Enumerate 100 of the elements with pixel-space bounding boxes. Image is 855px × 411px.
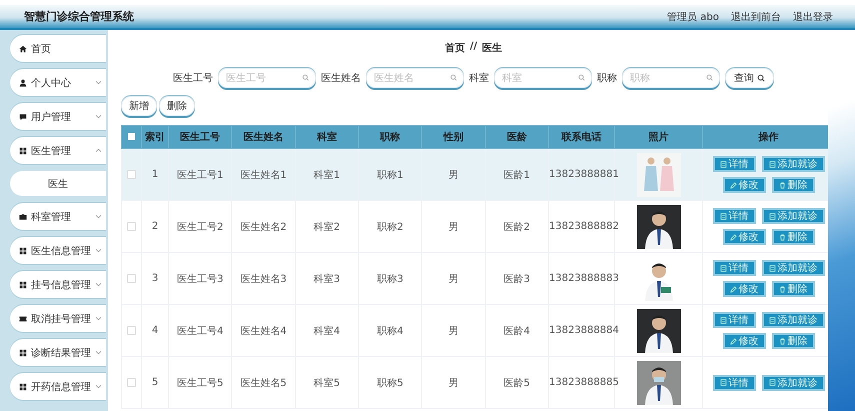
document-icon [768,160,776,168]
row-action-button[interactable]: 修改 [722,333,766,349]
home-icon [19,44,27,52]
row-action-button[interactable]: 详情 [712,374,756,390]
row-action-button[interactable]: 详情 [712,156,756,172]
search-field[interactable]: 职称 [622,68,720,88]
search-icon [757,74,765,82]
table-cell: 医生工号4 [168,304,232,356]
sidebar-item-label: 诊断结果管理 [31,346,91,360]
row-action-button[interactable]: 详情 [712,260,756,276]
header-link[interactable]: 退出到前台 [731,10,781,24]
document-icon [720,212,726,220]
table-cell: 医龄2 [485,200,548,252]
grid-icon [19,382,27,390]
trash-icon [778,338,786,344]
document-icon [720,160,726,168]
table-cell: 科室2 [295,200,358,252]
document-icon [720,264,726,272]
search-field[interactable]: 医生工号 [218,68,316,88]
sidebar-item[interactable]: 挂号信息管理 [10,271,106,298]
table-cell: 医龄5 [485,356,548,408]
table-cell: 男 [422,200,486,252]
row-action-button[interactable]: 修改 [722,281,766,297]
field-label: 医生姓名 [321,72,361,85]
column-header: 照片 [614,126,702,148]
row-action-button[interactable]: 修改 [722,229,766,245]
edit-icon [730,234,736,240]
search-field[interactable]: 科室 [494,68,592,88]
action-button[interactable]: 删除 [159,96,195,116]
table-cell: 科室5 [295,356,358,408]
table-cell: 医生工号3 [168,252,232,304]
field-label: 职称 [597,72,617,85]
table-cell: 科室3 [295,252,358,304]
select-all-checkbox[interactable] [128,133,135,140]
table-cell: 医生姓名3 [232,252,296,304]
row-action-button[interactable]: 删除 [772,177,814,193]
trash-icon [778,286,786,292]
action-button[interactable]: 新增 [121,96,157,116]
table-cell: 医生工号2 [168,200,232,252]
table-cell: 医龄3 [485,252,548,304]
table-cell: 3 [142,252,168,304]
row-checkbox[interactable] [127,378,136,387]
sidebar-item[interactable]: 首页 [10,35,106,62]
briefcase-icon [19,212,27,220]
document-icon [768,379,776,386]
sidebar-item[interactable]: 用户管理 [10,103,106,130]
search-icon [706,74,713,81]
row-action-button[interactable]: 添加就诊 [762,208,824,224]
table-cell: 医龄4 [485,304,548,356]
sidebar-item-label: 首页 [31,42,51,56]
table-cell: 职称4 [358,304,422,356]
sidebar-item[interactable]: 取消挂号管理 [10,305,106,332]
table-cell: 医生工号1 [168,148,232,200]
column-header: 索引 [142,126,168,148]
grid-icon [19,146,27,154]
header-link[interactable]: 退出登录 [793,10,833,24]
search-button[interactable]: 查询 [725,68,774,88]
sidebar-item-label: 医生信息管理 [31,244,91,258]
table-cell: 医生姓名1 [232,148,296,200]
column-header: 联系电话 [548,126,614,148]
sidebar-item[interactable]: 科室管理 [10,203,106,230]
row-checkbox[interactable] [127,274,136,283]
row-action-button[interactable]: 详情 [712,208,756,224]
row-action-button[interactable]: 删除 [772,229,814,245]
grid-icon [19,280,27,288]
row-checkbox[interactable] [127,222,136,231]
column-header: 性别 [422,126,486,148]
table-cell: 男 [422,148,486,200]
sidebar-item[interactable]: 诊断结果管理 [10,339,106,366]
sidebar-item[interactable]: 开药信息管理 [10,373,106,400]
table-cell: 医生姓名4 [232,304,296,356]
user-label: 管理员 abo [667,10,719,24]
search-field[interactable]: 医生姓名 [366,68,464,88]
row-action-button[interactable]: 添加就诊 [762,312,824,328]
field-label: 科室 [469,72,489,85]
table-cell: 职称2 [358,200,422,252]
sidebar-item-label: 医生管理 [31,144,71,158]
sidebar-item-label: 用户管理 [31,110,71,124]
row-action-button[interactable]: 删除 [772,281,814,297]
sidebar-item[interactable]: 个人中心 [10,69,106,96]
sidebar-subitem[interactable]: 医生 [10,171,106,196]
row-checkbox[interactable] [127,170,136,179]
search-icon [302,74,309,81]
row-action-button[interactable]: 添加就诊 [762,156,824,172]
sidebar-item-label: 取消挂号管理 [31,312,91,326]
row-action-button[interactable]: 添加就诊 [762,260,824,276]
row-action-button[interactable]: 删除 [772,333,814,349]
row-checkbox[interactable] [127,326,136,335]
document-icon [720,379,726,386]
person-icon [19,78,27,86]
sidebar-item[interactable]: 医生管理 [10,137,106,164]
row-action-button[interactable]: 详情 [712,312,756,328]
grid-icon [19,348,27,356]
row-action-button[interactable]: 添加就诊 [762,374,824,390]
table-cell: 男 [422,304,486,356]
app-title: 智慧门诊综合管理系统 [24,9,134,24]
sidebar-item[interactable]: 医生信息管理 [10,237,106,264]
search-icon [450,74,457,81]
row-action-button[interactable]: 修改 [722,177,766,193]
column-header: 操作 [702,126,828,148]
